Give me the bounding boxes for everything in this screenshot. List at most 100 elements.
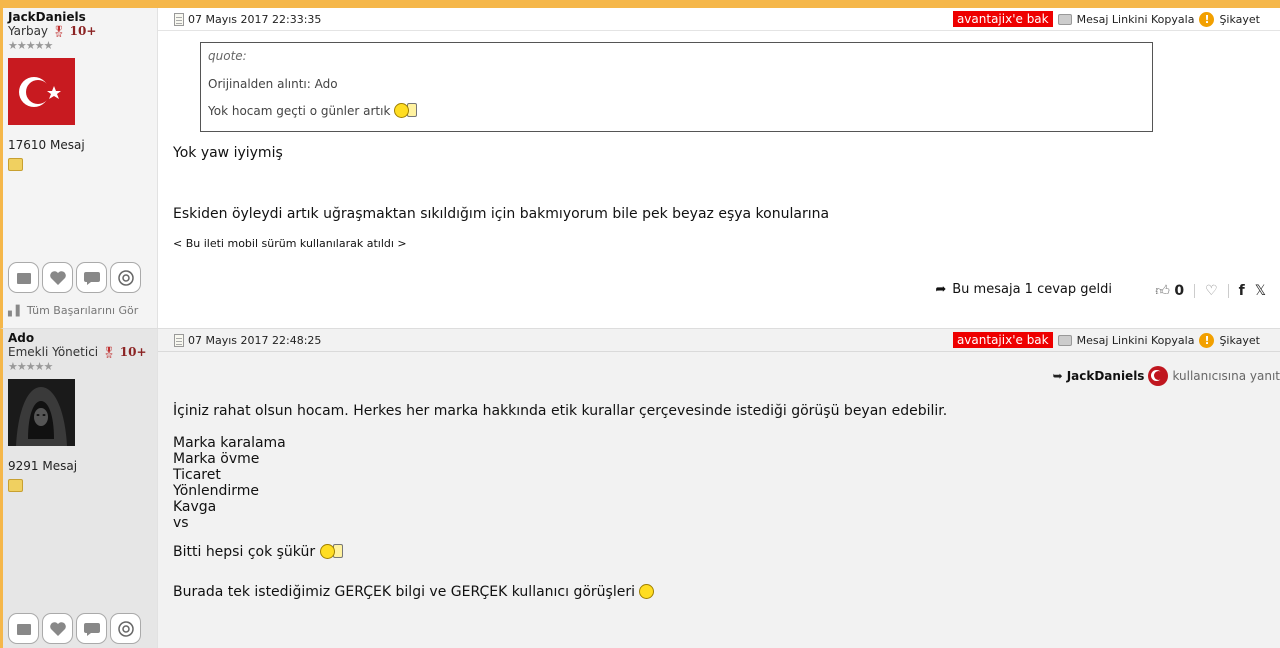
list-item: vs [173,515,189,531]
user-rank: Emekli Yönetici 🎖 10+ [8,345,157,360]
rank-title: Yarbay [8,24,49,38]
avatar[interactable] [8,58,75,125]
post-date: 07 Mayıs 2017 22:48:25 [188,333,322,347]
list-item: Marka karalama [173,435,286,451]
user-actions [8,262,141,293]
folder-icon [16,272,31,284]
like-count: 0 [1174,283,1185,299]
post-body-line: İçiniz rahat olsun hocam. Herkes her mar… [173,403,948,419]
post-body-line: Burada tek istediğimiz GERÇEK bilgi ve G… [173,584,655,600]
post-body-list: Marka karalama Marka övme Ticaret Yönlen… [173,435,286,531]
printer-icon [1057,13,1072,25]
quote-source: Orijinalden alıntı: Ado [208,77,338,91]
user-level: 10+ [69,24,97,38]
at-icon [117,620,134,637]
thumbs-up-icon: 👍︎ [1155,283,1170,299]
user-rank: Yarbay 🎖 10+ [8,24,157,39]
facebook-icon[interactable]: f [1239,283,1245,299]
mobile-note: < Bu ileti mobil sürüm kullanılarak atıl… [173,237,407,250]
message-button[interactable] [76,613,107,644]
list-item: Kavga [173,499,217,515]
folder-button[interactable] [8,613,39,644]
user-panel: JackDaniels Yarbay 🎖 10+ ★★★★★ 17610 Mes… [3,8,158,328]
heart-icon [49,270,66,285]
post-2: Ado Emekli Yönetici 🎖 10+ ★★★★★ 9291 Mes… [0,328,1280,648]
chat-icon [83,622,100,636]
reply-to-suffix: kullanıcısına yanıt [1172,369,1280,383]
reply-arrow-icon: ➦ [935,282,947,297]
post-content: 07 Mayıs 2017 22:33:35 avantajix'e bak M… [158,8,1280,328]
at-icon [117,269,134,286]
avantaj-link[interactable]: avantajix'e bak [952,332,1053,348]
user-panel: Ado Emekli Yönetici 🎖 10+ ★★★★★ 9291 Mes… [3,329,158,648]
post-body-text: Burada tek istediğimiz GERÇEK bilgi ve G… [173,584,635,600]
message-count[interactable]: 9291 Mesaj [8,459,157,473]
document-icon [174,333,184,347]
medal-icon: 🎖 [101,346,116,359]
header-actions: avantajix'e bak Mesaj Linkini Kopyala ! … [952,332,1260,348]
post-1: JackDaniels Yarbay 🎖 10+ ★★★★★ 17610 Mes… [0,8,1280,328]
reply-arrow-icon: ➥ [1052,369,1063,383]
folder-icon [16,623,31,635]
reply-to-avatar[interactable] [1148,366,1169,386]
thumbs-up-smiley-icon [319,544,335,559]
header-actions: avantajix'e bak Mesaj Linkini Kopyala ! … [952,11,1260,27]
message-button[interactable] [76,262,107,293]
divider [1194,283,1196,298]
heart-button[interactable] [42,262,73,293]
quote-label: quote: [208,49,247,63]
warning-icon: ! [1199,11,1215,27]
smiley-icon [639,584,655,599]
post-content: 07 Mayıs 2017 22:48:25 avantajix'e bak M… [158,329,1280,648]
folder-button[interactable] [8,262,39,293]
user-level: 10+ [119,345,147,359]
post-body-line: Eskiden öyleydi artık uğraşmaktan sıkıld… [173,206,830,222]
like-button[interactable]: 👍︎ 0 [1155,282,1184,299]
post-body-text: Bitti hepsi çok şükür [173,544,316,560]
mention-button[interactable] [110,262,141,293]
mention-button[interactable] [110,613,141,644]
copy-link-button[interactable]: Mesaj Linkini Kopyala [1077,13,1195,26]
list-item: Marka övme [173,451,260,467]
quote-block: quote: Orijinalden alıntı: Ado Yok hocam… [200,42,1153,132]
rating-stars: ★★★★★ [8,360,53,373]
post-date: 07 Mayıs 2017 22:33:35 [188,12,322,26]
avantaj-link[interactable]: avantajix'e bak [952,11,1053,27]
warning-icon: ! [1199,332,1215,348]
chat-icon [83,271,100,285]
divider [1227,283,1229,298]
rank-title: Emekli Yönetici [8,345,99,359]
medal-icon: 🎖 [51,25,66,38]
quote-text-line: Yok hocam geçti o günler artık [208,103,1145,118]
achievements-label: Tüm Başarılarını Gör [26,304,139,317]
replies-label: Bu mesaja 1 cevap geldi [952,282,1112,297]
complaint-button[interactable]: Şikayet [1219,334,1260,347]
document-icon [174,12,184,26]
avatar[interactable] [8,379,75,446]
reply-to-username[interactable]: JackDaniels [1067,369,1145,383]
list-item: Ticaret [173,467,221,483]
x-twitter-icon[interactable]: 𝕏 [1255,283,1266,299]
post-header: 07 Mayıs 2017 22:33:35 avantajix'e bak M… [158,8,1280,31]
post-body-line: Yok yaw iyiymiş [173,145,283,161]
replies-button[interactable]: ➦ Bu mesaja 1 cevap geldi [927,278,1120,301]
favorite-heart-icon[interactable]: ♡ [1205,283,1218,299]
reply-to: ➥ JackDaniels kullanıcısına yanıt [1053,366,1280,386]
achievements-link[interactable]: ▖▌ Tüm Başarılarını Gör [8,304,138,317]
badge-icon [8,158,23,171]
post-header: 07 Mayıs 2017 22:48:25 avantajix'e bak M… [158,329,1280,352]
user-actions [8,613,141,644]
social-actions: 👍︎ 0 ♡ f 𝕏 [1149,280,1272,301]
message-count[interactable]: 17610 Mesaj [8,138,157,152]
rating-stars: ★★★★★ [8,39,53,52]
username[interactable]: JackDaniels [8,10,157,24]
heart-button[interactable] [42,613,73,644]
list-item: Yönlendirme [173,483,260,499]
username[interactable]: Ado [8,331,157,345]
quote-text: Yok hocam geçti o günler artık [208,104,391,118]
post-body-line: Bitti hepsi çok şükür [173,544,343,560]
chart-icon: ▖▌ [8,306,24,317]
copy-link-button[interactable]: Mesaj Linkini Kopyala [1077,334,1195,347]
complaint-button[interactable]: Şikayet [1219,13,1260,26]
heart-icon [49,621,66,636]
